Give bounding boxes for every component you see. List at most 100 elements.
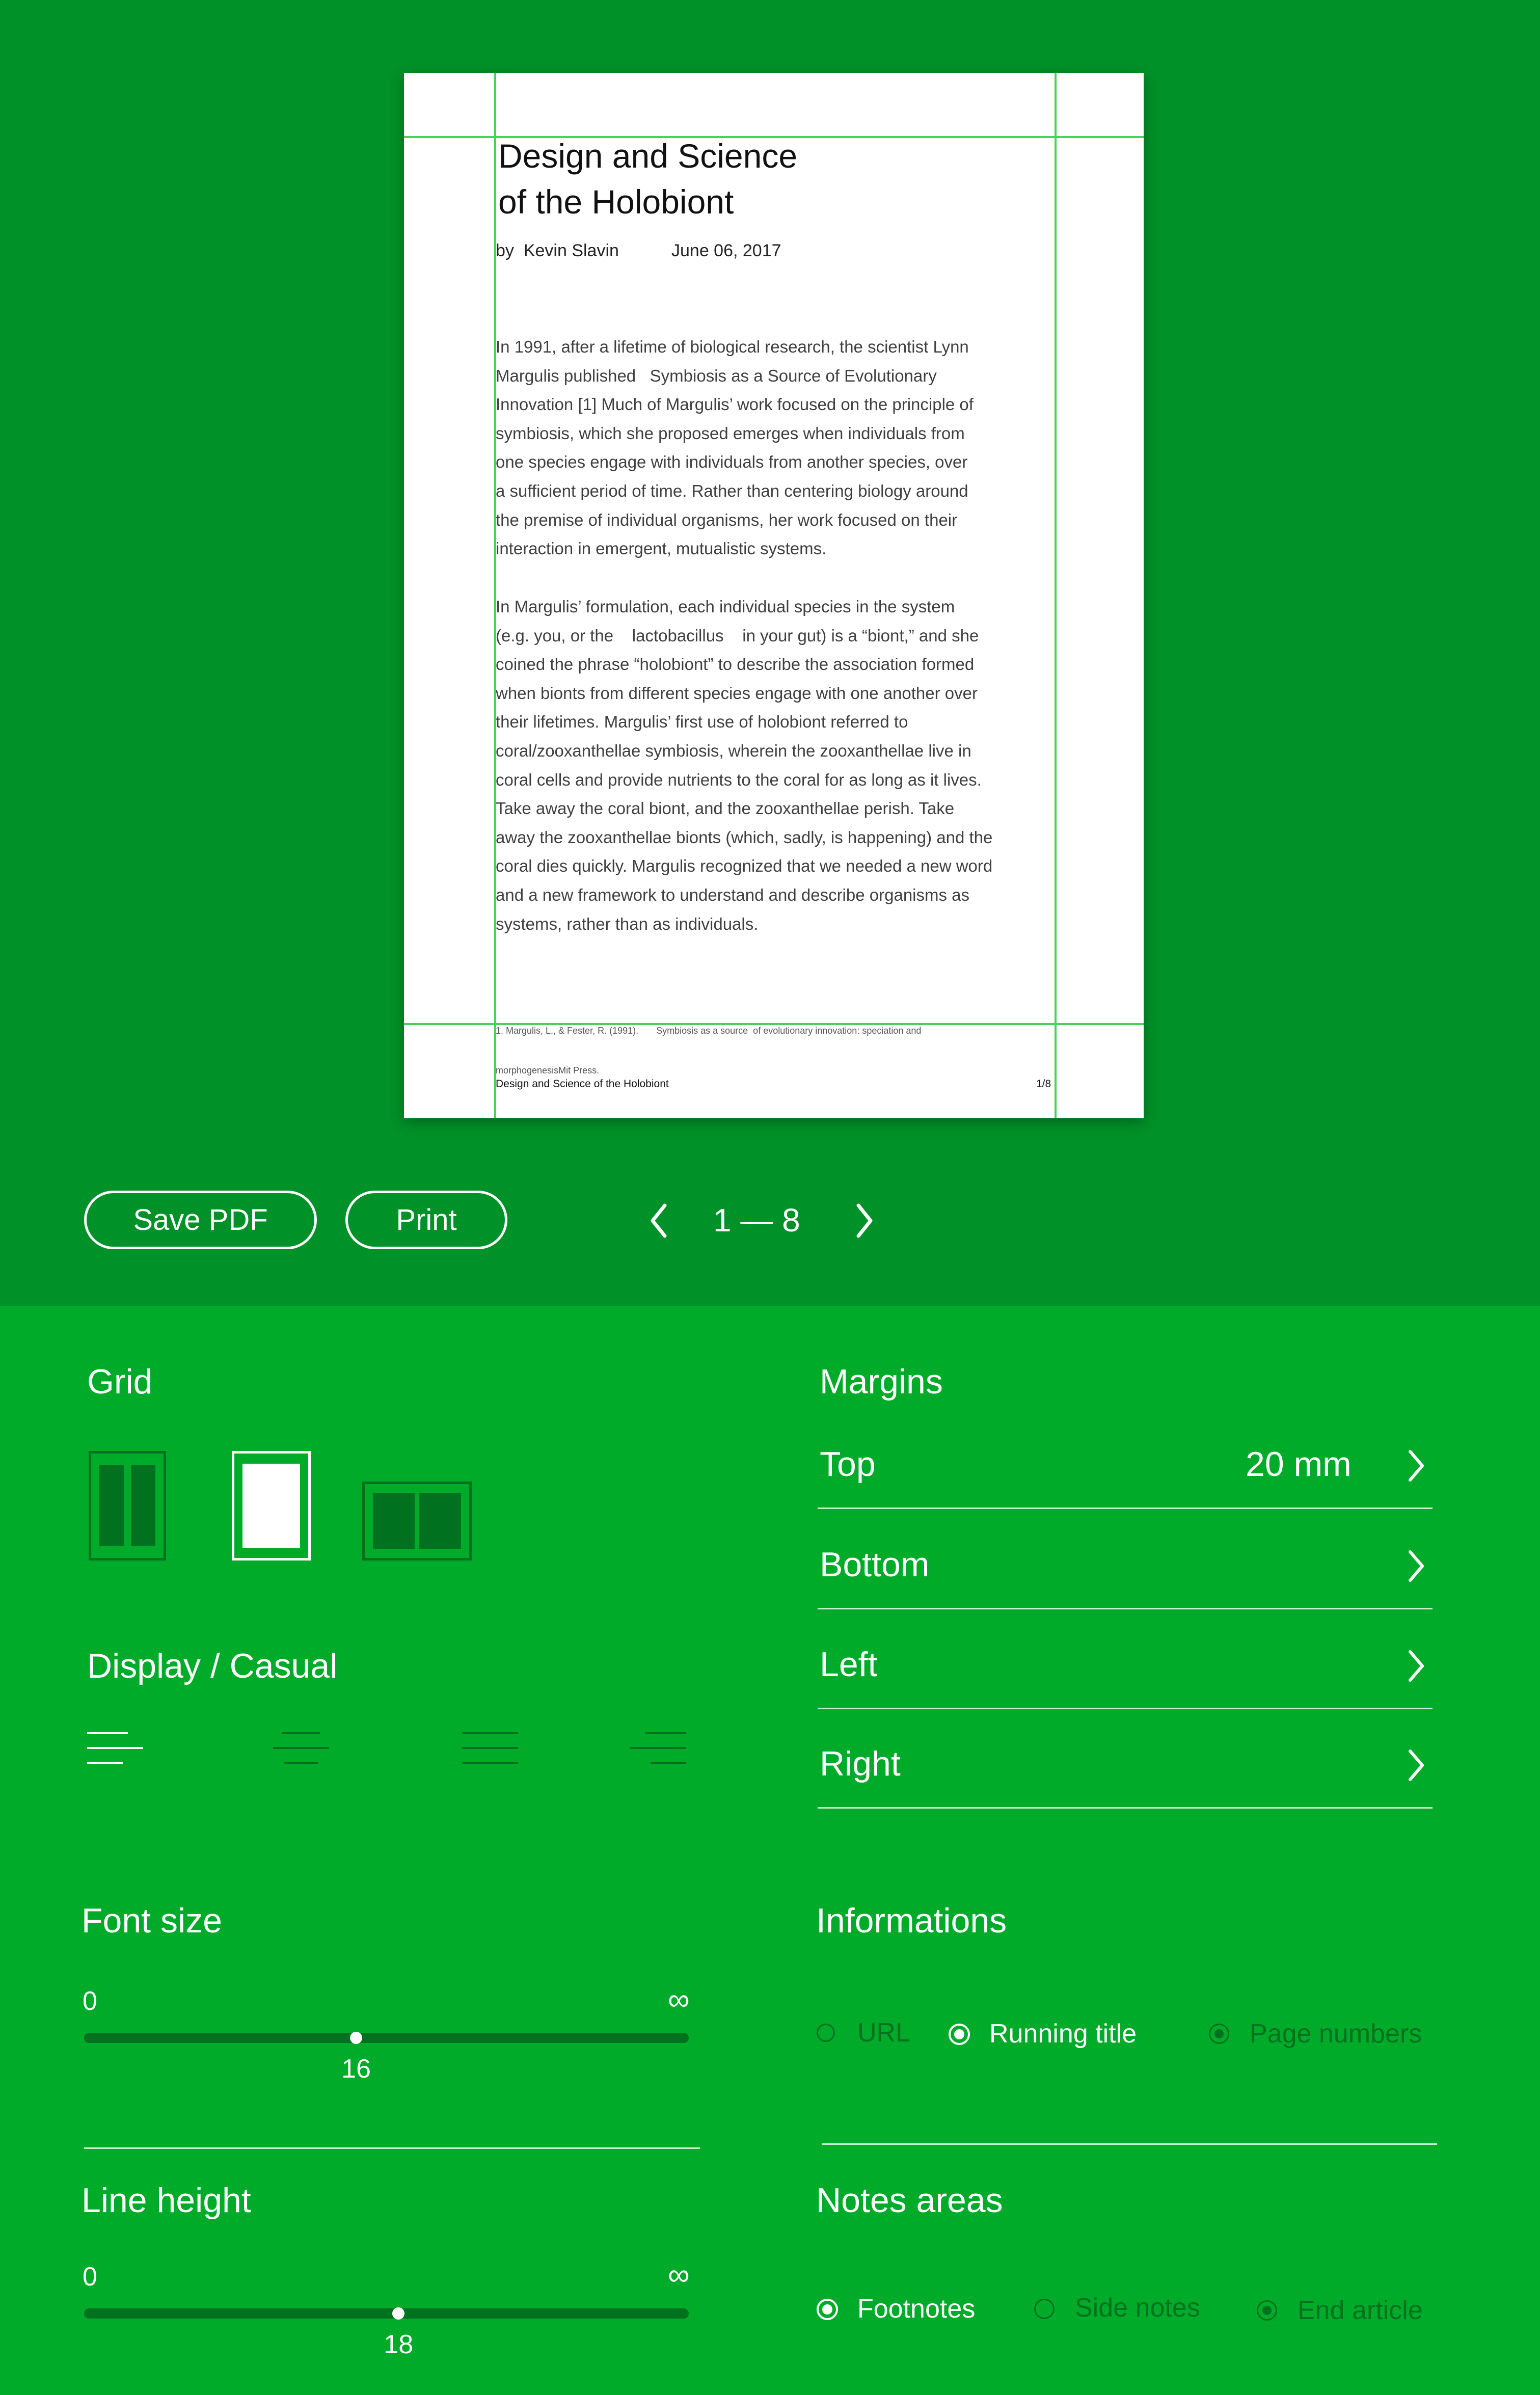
- margin-left-row[interactable]: Left: [818, 1642, 1433, 1709]
- spread-icon-part: [419, 1493, 461, 1549]
- chevron-right-icon: [1409, 1750, 1424, 1781]
- font-size-handle[interactable]: [350, 2032, 363, 2044]
- radio-unselected-icon: [1034, 2299, 1055, 2319]
- article-line: In 1991, after a lifetime of biological …: [496, 337, 969, 356]
- notes-side-notes-option[interactable]: Side notes: [1034, 2293, 1238, 2323]
- margin-left-divider: [818, 1708, 1433, 1709]
- grid-single-page-option[interactable]: [232, 1451, 311, 1560]
- radio-dim-selected-icon: [1209, 2024, 1229, 2044]
- chevron-right-icon: [1409, 1450, 1424, 1482]
- margin-bottom-divider: [818, 1608, 1433, 1609]
- margin-top-label: Top: [820, 1445, 876, 1484]
- article-line: interaction in emergent, mutualistic sys…: [496, 539, 827, 558]
- article-line: (e.g. you, or the lactobacillus in your …: [496, 626, 979, 645]
- font-size-track: [84, 2033, 689, 2043]
- grid-heading: Grid: [87, 1362, 153, 1401]
- article-line: coined the phrase “holobiont” to describ…: [496, 655, 975, 674]
- article-line: coral/zooxanthellae symbiosis, wherein t…: [496, 741, 971, 760]
- margin-bottom-label: Bottom: [820, 1545, 930, 1584]
- margin-right-row[interactable]: Right: [818, 1741, 1433, 1809]
- display-heading: Display / Casual: [87, 1647, 338, 1685]
- article-line: and a new framework to understand and de…: [496, 885, 970, 904]
- spread-icon: [373, 1493, 415, 1549]
- info-page-numbers-option[interactable]: Page numbers: [1209, 2017, 1433, 2049]
- margin-top-row[interactable]: Top 20 mm: [818, 1442, 1433, 1509]
- grid-guide-right: [1055, 73, 1057, 1118]
- two-columns-icon: [99, 1465, 124, 1546]
- line-height-slider[interactable]: 18: [84, 2307, 689, 2359]
- align-left-icon[interactable]: [87, 1731, 143, 1767]
- running-title: Design and Science of the Holobiont: [496, 1078, 669, 1090]
- align-center-icon[interactable]: [273, 1731, 329, 1767]
- article-paragraph-2: In Margulis’ formulation, each individua…: [496, 593, 992, 938]
- notes-side-notes-label: Side notes: [1075, 2293, 1200, 2323]
- grid-spread-option[interactable]: [362, 1482, 472, 1560]
- radio-selected-icon: [817, 2299, 838, 2320]
- line-height-heading: Line height: [82, 2181, 251, 2220]
- font-size-min: 0: [83, 1986, 97, 2016]
- article-line: the premise of individual organisms, her…: [496, 510, 958, 529]
- margins-heading: Margins: [820, 1362, 943, 1401]
- font-size-slider[interactable]: 16: [84, 2032, 689, 2084]
- grid-two-columns-option[interactable]: [89, 1451, 166, 1560]
- article-line: Margulis published Symbiosis as a Source…: [496, 366, 937, 385]
- article-line: a sufficient period of time. Rather than…: [496, 481, 968, 500]
- notes-footnotes-label: Footnotes: [857, 2294, 976, 2324]
- notes-areas-heading: Notes areas: [816, 2181, 1003, 2220]
- notes-end-article-option[interactable]: End article: [1257, 2294, 1461, 2325]
- margin-top-value: 20 mm: [1246, 1445, 1352, 1484]
- margin-top-divider: [818, 1508, 1433, 1509]
- byline-date: June 06, 2017: [671, 241, 781, 260]
- notes-footnotes-option[interactable]: Footnotes: [817, 2293, 1010, 2324]
- article-line: Take away the coral biont, and the zooxa…: [496, 799, 955, 818]
- article-line: away the zooxanthellae bionts (which, sa…: [496, 827, 993, 847]
- info-running-title-option[interactable]: Running title: [949, 2017, 1193, 2049]
- radio-selected-icon: [949, 2024, 970, 2045]
- article-line: Innovation [1] Much of Margulis’ work fo…: [496, 395, 974, 414]
- article-line: when bionts from different species engag…: [496, 683, 978, 703]
- notes-end-article-label: End article: [1298, 2296, 1423, 2325]
- article-line: In Margulis’ formulation, each individua…: [496, 597, 955, 616]
- next-page-icon[interactable]: [854, 1202, 875, 1239]
- margin-right-divider: [818, 1807, 1433, 1809]
- font-size-heading: Font size: [82, 1901, 222, 1940]
- radio-unselected-icon: [817, 2024, 835, 2042]
- info-running-title-label: Running title: [989, 2019, 1137, 2049]
- article-title: Design and Science of the Holobiont: [498, 137, 798, 221]
- margin-left-label: Left: [820, 1645, 878, 1684]
- byline: by Kevin Slavin: [496, 241, 619, 260]
- article-line: coral dies quickly. Margulis recognized …: [496, 856, 993, 876]
- font-size-value: 16: [341, 2054, 371, 2084]
- radio-dim-selected-icon: [1257, 2300, 1277, 2321]
- article-line: one species engage with individuals from…: [496, 452, 968, 472]
- line-height-track: [84, 2308, 689, 2319]
- info-url-option[interactable]: URL: [817, 2017, 949, 2048]
- align-justify-icon[interactable]: [462, 1731, 518, 1767]
- previous-page-icon[interactable]: [649, 1202, 669, 1239]
- line-height-value: 18: [384, 2330, 414, 2359]
- chevron-right-icon: [1409, 1550, 1424, 1582]
- article-line: coral cells and provide nutrients to the…: [496, 770, 982, 789]
- save-pdf-button[interactable]: Save PDF: [84, 1191, 317, 1249]
- align-right-icon[interactable]: [630, 1731, 686, 1767]
- line-height-max: ∞: [668, 2257, 690, 2292]
- line-height-min: 0: [83, 2262, 97, 2292]
- chevron-right-icon: [1409, 1650, 1424, 1682]
- two-columns-icon-part: [131, 1465, 155, 1546]
- print-button[interactable]: Print: [345, 1191, 507, 1249]
- page-range: 1 — 8: [713, 1202, 800, 1239]
- margin-bottom-row[interactable]: Bottom: [818, 1542, 1433, 1609]
- font-size-divider: [84, 2147, 700, 2149]
- margin-right-label: Right: [820, 1744, 901, 1783]
- article-paragraph-1: In 1991, after a lifetime of biological …: [496, 333, 974, 563]
- page-number: 1/8: [1036, 1078, 1051, 1090]
- info-url-label: URL: [857, 2018, 911, 2048]
- informations-divider: [822, 2143, 1437, 2145]
- article-line: systems, rather than as individuals.: [496, 914, 759, 933]
- font-size-max: ∞: [668, 1982, 690, 2016]
- single-page-icon: [242, 1464, 300, 1548]
- informations-heading: Informations: [816, 1901, 1007, 1940]
- article-line: symbiosis, which she proposed emerges wh…: [496, 423, 965, 443]
- article-line: their lifetimes. Margulis’ first use of …: [496, 712, 908, 732]
- info-page-numbers-label: Page numbers: [1250, 2019, 1422, 2049]
